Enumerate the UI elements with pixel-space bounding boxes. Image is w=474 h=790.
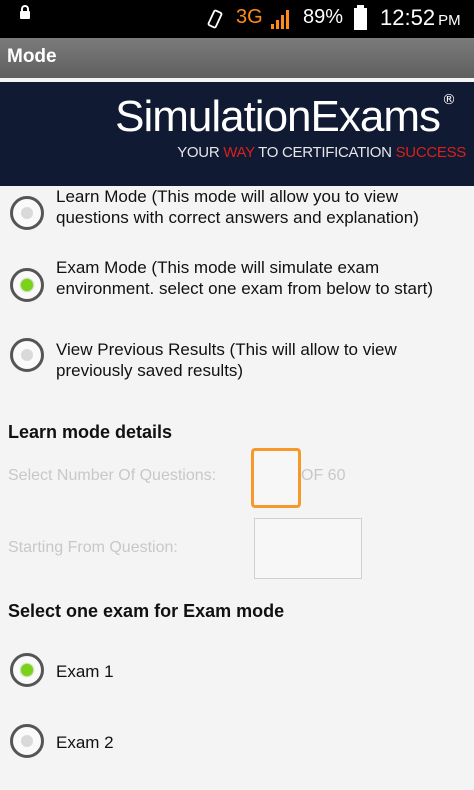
brand-logo-text: SimulationExams [115,92,441,141]
learn-mode-label[interactable]: Learn Mode (This mode will allow you to … [56,186,456,228]
exam-2-label[interactable]: Exam 2 [56,732,456,753]
radio-exam-1[interactable] [10,653,44,687]
brand-tagline: YOUR WAY TO CERTIFICATION SUCCESS [177,144,466,161]
radio-exam-2[interactable] [10,724,44,758]
lock-icon [20,5,30,19]
tagline-part-3: TO CERTIFICATION [254,144,396,161]
start-question-input[interactable] [254,518,362,579]
tagline-part-1: YOUR [177,144,224,161]
questions-count-label: Select Number Of Questions: [8,467,217,484]
start-question-label: Starting From Question: [8,539,178,556]
registered-mark: ® [442,92,456,108]
battery-icon [354,5,367,30]
signal-icon [271,10,289,29]
radio-dot [21,735,33,747]
tagline-part-2: WAY [223,144,255,161]
radio-dot [21,279,33,291]
exam-mode-label[interactable]: Exam Mode (This mode will simulate exam … [56,257,456,299]
clock-ampm: PM [438,12,461,29]
network-type: 3G [236,6,263,28]
page-title: Mode [7,46,57,67]
title-bar: Mode [0,38,474,78]
brand-banner: SimulationExams ® YOUR WAY TO CERTIFICAT… [0,82,474,186]
radio-dot [21,207,33,219]
radio-learn-mode[interactable] [10,196,44,230]
status-bar: 3G 89% 12:52 PM [0,0,474,38]
learn-details-heading: Learn mode details [8,422,173,442]
mode-content: Learn Mode (This mode will allow you to … [0,186,474,790]
radio-view-results[interactable] [10,338,44,372]
clock-time: 12:52 [380,5,436,30]
exam-1-label[interactable]: Exam 1 [56,661,456,682]
view-results-label[interactable]: View Previous Results (This will allow t… [56,339,456,381]
radio-dot [21,349,33,361]
radio-exam-mode[interactable] [10,268,44,302]
radio-dot [21,664,33,676]
battery-percent: 89% [303,6,344,28]
questions-count-input[interactable] [251,448,301,508]
tagline-part-4: SUCCESS [395,144,467,161]
exam-select-heading: Select one exam for Exam mode [8,601,285,621]
questions-total-label: OF 60 [301,467,346,484]
clock: 12:52 PM [380,5,461,31]
vibrate-icon [207,9,223,29]
